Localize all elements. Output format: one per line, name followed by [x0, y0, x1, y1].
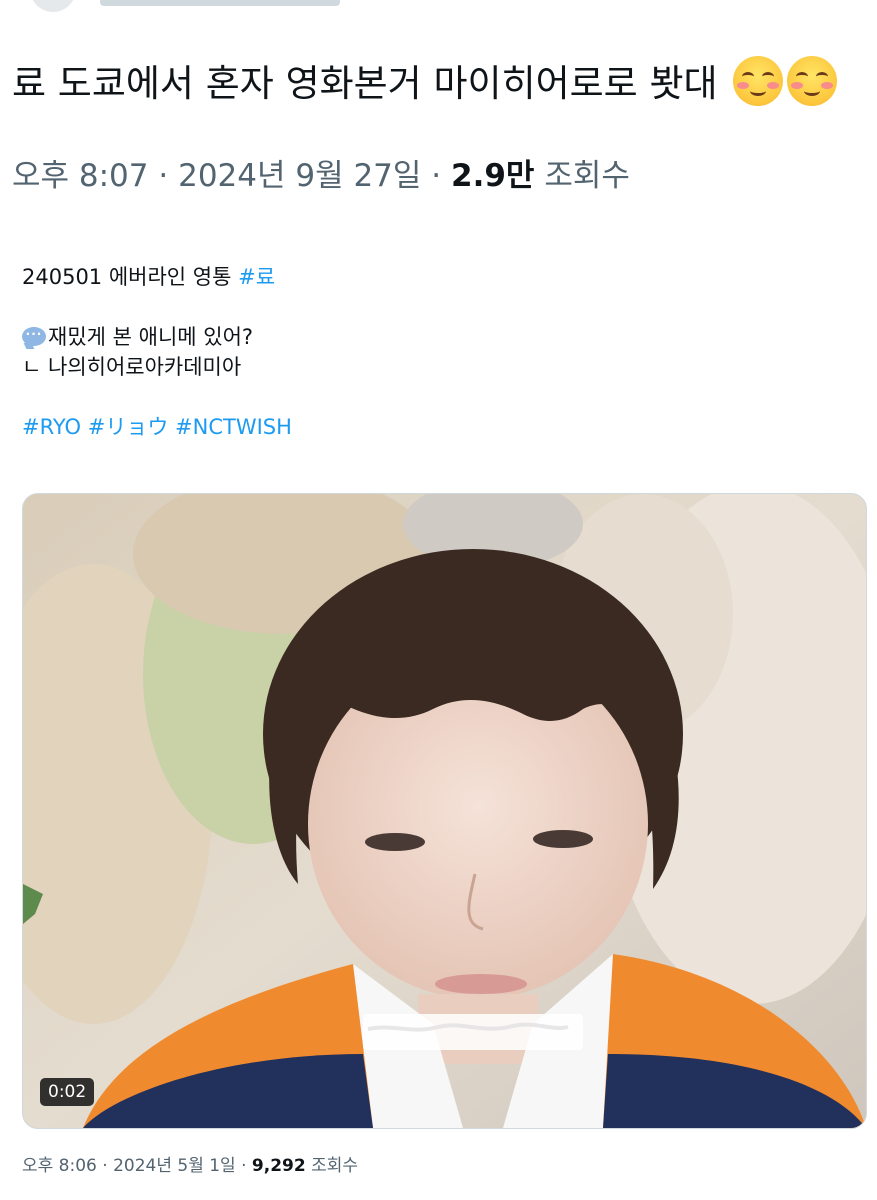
quoted-views-label: 조회수 [311, 1156, 359, 1176]
quoted-date[interactable]: 2024년 5월 1일 [113, 1156, 236, 1176]
quoted-line-1-text: 240501 에버라인 영통 [22, 265, 232, 289]
speech-bubble-icon: ··· [22, 327, 46, 346]
views-label: 조회수 [544, 158, 630, 194]
hashtag-link[interactable]: #료 [238, 265, 275, 289]
quoted-line-1: 240501 에버라인 영통 #료 [22, 262, 862, 292]
quoted-question: ··· 재밌게 본 애니메 있어? [22, 322, 862, 352]
separator-dot: · [431, 158, 442, 194]
hashtag-row: #RYO #リョウ #NCTWISH [22, 412, 862, 442]
hashtag-link[interactable]: #RYO [22, 415, 81, 439]
smiling-face-with-blush-icon [733, 56, 784, 106]
quoted-views-count: 9,292 [251, 1156, 306, 1176]
quoted-answer: ㄴ 나의히어로아카데미아 [22, 355, 242, 379]
smiling-face-with-blush-icon [787, 56, 838, 106]
hashtag-link[interactable]: #NCTWISH [175, 415, 292, 439]
author-name-stub[interactable] [100, 0, 340, 6]
tweet-meta: 오후 8:07 · 2024년 9월 27일 · 2.9만 조회수 [12, 152, 630, 200]
quoted-tweet-meta: 오후 8:06 · 2024년 5월 1일 · 9,292 조회수 [22, 1154, 358, 1178]
hashtag-link[interactable]: #リョウ [88, 415, 169, 439]
author-avatar[interactable] [30, 0, 76, 12]
views-count: 2.9만 [451, 158, 535, 194]
tweet-time[interactable]: 오후 8:07 [12, 158, 149, 194]
quoted-time[interactable]: 오후 8:06 [22, 1156, 97, 1176]
separator-dot: · [158, 158, 169, 194]
question-text: 재밌게 본 애니메 있어? [48, 325, 254, 349]
tweet-date[interactable]: 2024년 9월 27일 [178, 158, 421, 194]
quoted-tweet-text: 240501 에버라인 영통 #료 ··· 재밌게 본 애니메 있어? ㄴ 나의히… [22, 262, 862, 442]
separator-dot: · [241, 1156, 247, 1176]
tweet-text: 료 도쿄에서 혼자 영화본거 마이히어로로 봣대 [12, 56, 872, 108]
tweet-text-body: 료 도쿄에서 혼자 영화본거 마이히어로로 봣대 [12, 62, 718, 105]
video-player[interactable]: 0:02 [22, 493, 867, 1129]
video-duration-badge: 0:02 [40, 1078, 95, 1106]
separator-dot: · [102, 1156, 108, 1176]
video-frame [23, 494, 866, 1128]
